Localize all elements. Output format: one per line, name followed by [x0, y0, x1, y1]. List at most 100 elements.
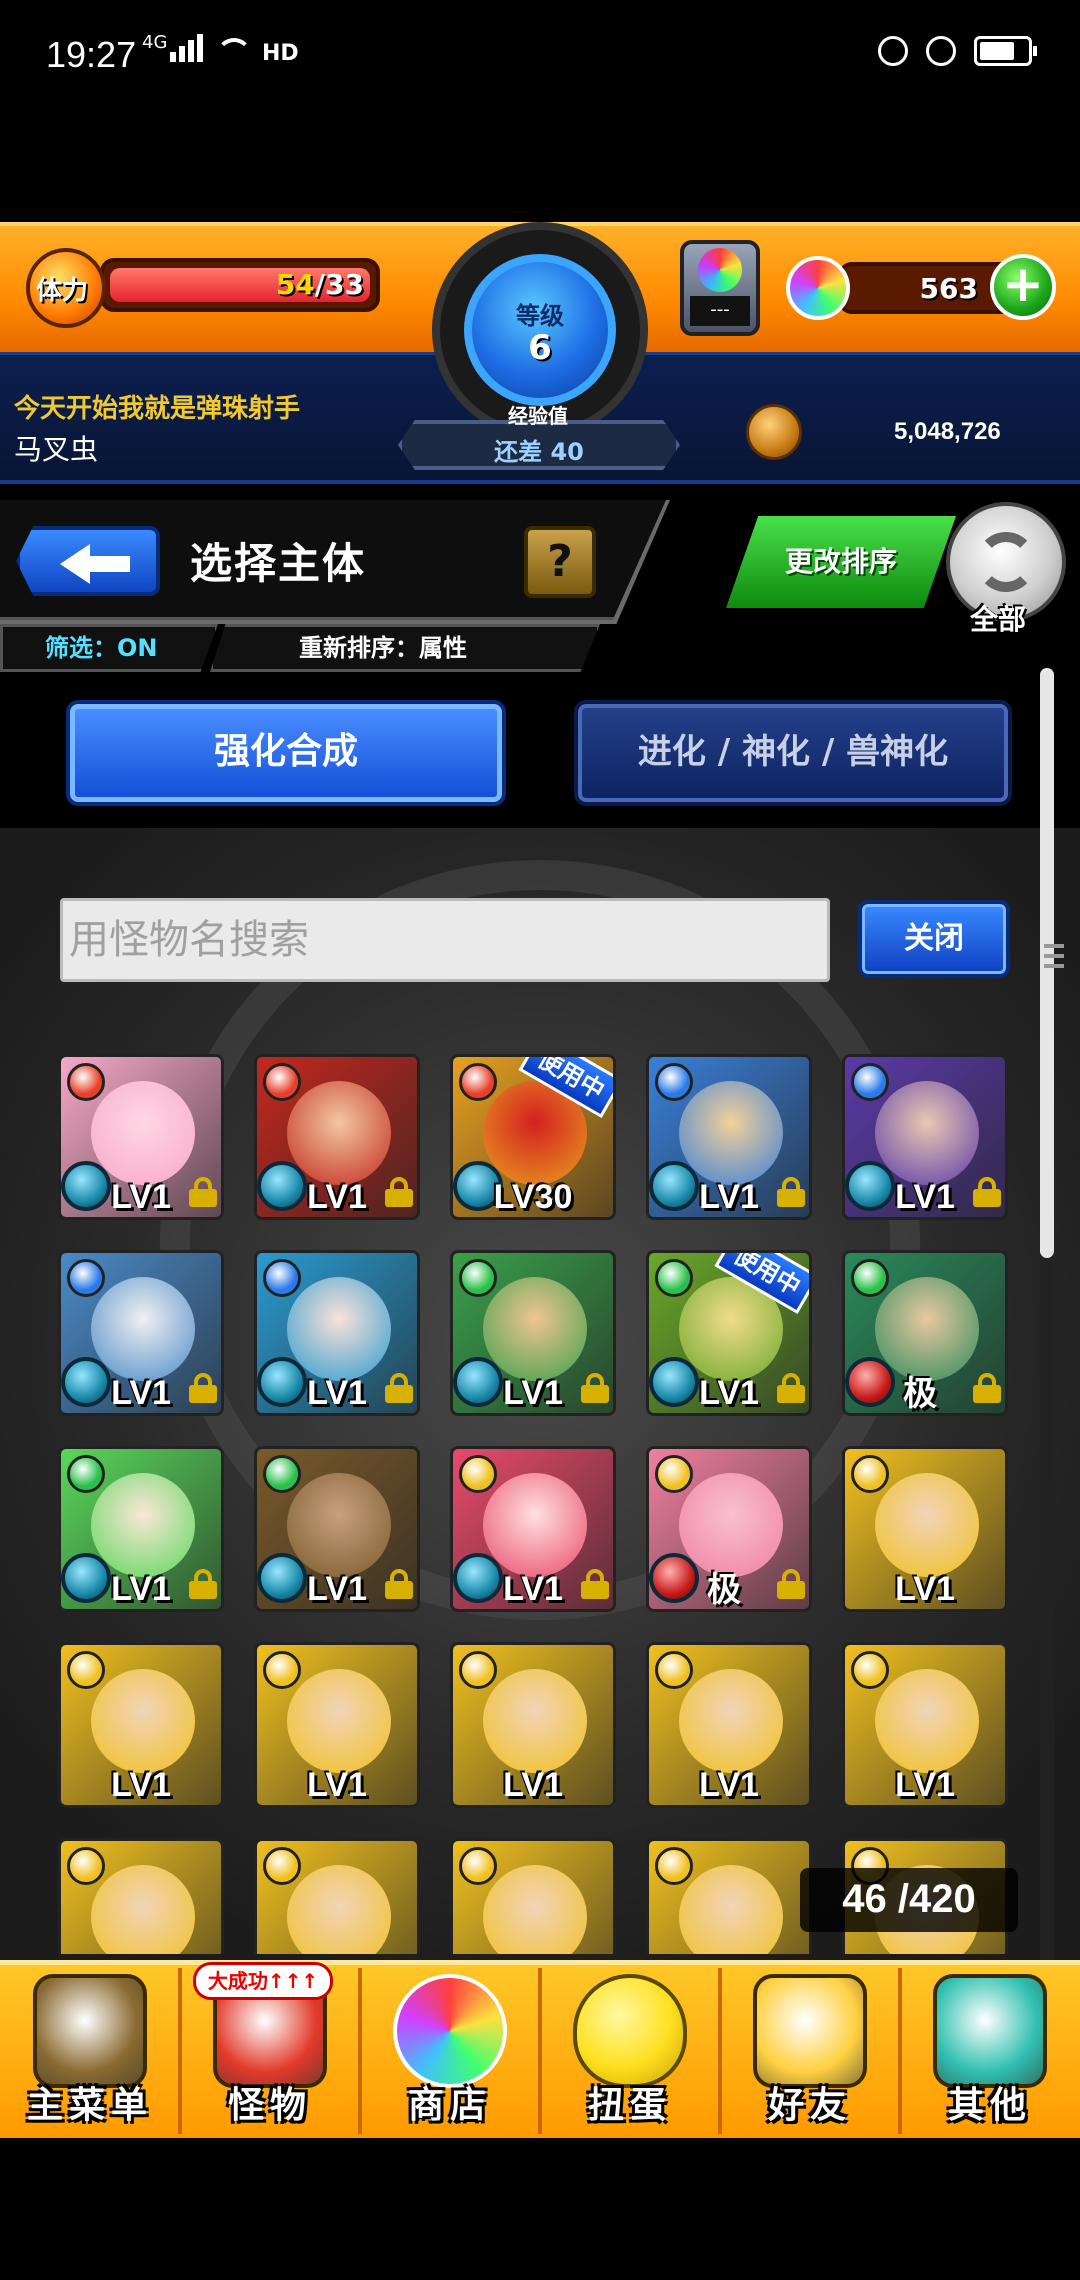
monster-level: LV1	[699, 1766, 759, 1804]
monster-card[interactable]: LV1	[450, 1250, 616, 1416]
monster-face	[483, 1669, 587, 1773]
light-attribute-icon	[263, 1651, 301, 1689]
fire-attribute-icon	[459, 1063, 497, 1101]
add-orbs-button[interactable]: +	[990, 254, 1056, 320]
monster-card[interactable]	[646, 1838, 812, 1954]
water-attribute-icon	[851, 1063, 889, 1101]
filter-toggle[interactable]: 筛选：ON	[0, 624, 218, 672]
light-attribute-icon	[459, 1847, 497, 1885]
max-level-label: 极	[707, 1570, 741, 1610]
nav-item-6[interactable]: 其他	[905, 1968, 1075, 2134]
monster-face	[875, 1473, 979, 1577]
monster-level: LV30	[493, 1178, 573, 1216]
monster-card[interactable]	[254, 1838, 420, 1954]
back-button[interactable]	[16, 526, 160, 596]
monster-face	[287, 1277, 391, 1381]
wood-attribute-icon	[459, 1259, 497, 1297]
lock-icon	[777, 1569, 805, 1599]
monster-card[interactable]: 极	[646, 1446, 812, 1612]
monster-card[interactable]: LV1	[842, 1642, 1008, 1808]
water-attribute-icon	[67, 1259, 105, 1297]
light-attribute-icon	[459, 1455, 497, 1493]
monster-card[interactable]: LV1	[450, 1642, 616, 1808]
monster-face	[287, 1473, 391, 1577]
nav-item-2[interactable]: 怪物 大成功↑↑↑	[185, 1962, 355, 2134]
luck-ball-icon	[649, 1553, 699, 1603]
light-attribute-icon	[67, 1847, 105, 1885]
monster-card[interactable]: LV1	[842, 1054, 1008, 1220]
signal-icon	[170, 34, 206, 66]
fire-attribute-icon	[263, 1063, 301, 1101]
hd-icon: HD	[262, 41, 299, 66]
monster-card[interactable]: LV30 使用中	[450, 1054, 616, 1220]
monster-card[interactable]: LV1	[254, 1642, 420, 1808]
monster-card[interactable]: LV1	[58, 1250, 224, 1416]
monster-level: LV1	[111, 1178, 171, 1216]
monster-card[interactable]: 极	[842, 1250, 1008, 1416]
monster-card[interactable]: LV1	[254, 1446, 420, 1612]
light-attribute-icon	[459, 1651, 497, 1689]
monster-face	[679, 1669, 783, 1773]
monster-level: LV1	[895, 1570, 955, 1608]
nav-item-4[interactable]: 扭蛋	[545, 1968, 715, 2134]
nav-item-5[interactable]: 好友	[725, 1968, 895, 2134]
nav-label: 扭蛋	[587, 2085, 672, 2126]
nav-divider	[718, 1968, 722, 2134]
stamina-bar[interactable]: 54/33	[100, 258, 380, 312]
refresh-icon	[976, 532, 1036, 592]
nav-item-1[interactable]: 主菜单	[5, 1968, 175, 2134]
monster-card[interactable]: LV1	[842, 1446, 1008, 1612]
lock-icon	[973, 1373, 1001, 1403]
gold-amount: 5,048,726	[894, 418, 1001, 445]
wood-attribute-icon	[263, 1455, 301, 1493]
change-sort-button[interactable]: 更改排序	[726, 516, 956, 608]
nav-item-3[interactable]: 商店	[365, 1968, 535, 2134]
monster-card[interactable]: LV1	[450, 1446, 616, 1612]
refresh-all-label: 全部	[970, 603, 1027, 636]
monster-face	[91, 1473, 195, 1577]
monster-card[interactable]: LV1	[58, 1054, 224, 1220]
monster-card[interactable]: LV1	[254, 1250, 420, 1416]
monster-face	[91, 1081, 195, 1185]
gacha-machine-icon[interactable]: ---	[680, 240, 760, 336]
light-attribute-icon	[655, 1455, 693, 1493]
close-search-button[interactable]: 关闭	[858, 900, 1010, 978]
light-attribute-icon	[851, 1651, 889, 1689]
monster-level: LV1	[111, 1374, 171, 1412]
help-button[interactable]: ?	[524, 526, 596, 598]
tab-evolve[interactable]: 进化 / 神化 / 兽神化	[578, 704, 1008, 802]
battery-icon	[974, 36, 1037, 66]
wood-attribute-icon	[851, 1259, 889, 1297]
monster-card[interactable]: LV1	[58, 1446, 224, 1612]
wifi-icon	[216, 38, 252, 66]
monster-level: LV1	[699, 1374, 759, 1412]
monster-level: LV1	[307, 1570, 367, 1608]
monster-count: 46 /420	[800, 1868, 1018, 1932]
monster-card[interactable]: LV1	[646, 1642, 812, 1808]
alarm-icon	[926, 36, 956, 66]
back-arrow-tail	[84, 556, 130, 572]
status-time: 19:27	[46, 34, 137, 75]
monster-card[interactable]: LV1 使用中	[646, 1250, 812, 1416]
monster-face	[875, 1081, 979, 1185]
monster-face	[91, 1669, 195, 1773]
monster-level: LV1	[699, 1178, 759, 1216]
monster-level: LV1	[307, 1766, 367, 1804]
scroll-grip-icon[interactable]	[1044, 938, 1064, 988]
stamina-text: 54/33	[275, 268, 364, 301]
level-value: 6	[528, 328, 552, 368]
monster-face	[287, 1669, 391, 1773]
sort-indicator[interactable]: 重新排序：属性	[210, 624, 600, 672]
monster-card[interactable]	[58, 1838, 224, 1954]
monster-level: LV1	[503, 1374, 563, 1412]
level-orb: 等级 6	[464, 254, 616, 406]
monster-search-input[interactable]: 用怪物名搜索	[60, 898, 830, 982]
monster-card[interactable]: LV1	[58, 1642, 224, 1808]
monster-card[interactable]	[450, 1838, 616, 1954]
monster-level: LV1	[111, 1570, 171, 1608]
monster-card[interactable]: LV1	[646, 1054, 812, 1220]
nav-label: 主菜单	[26, 2085, 153, 2126]
tab-enhance-fusion[interactable]: 强化合成	[70, 704, 502, 802]
monster-card[interactable]: LV1	[254, 1054, 420, 1220]
light-attribute-icon	[851, 1455, 889, 1493]
